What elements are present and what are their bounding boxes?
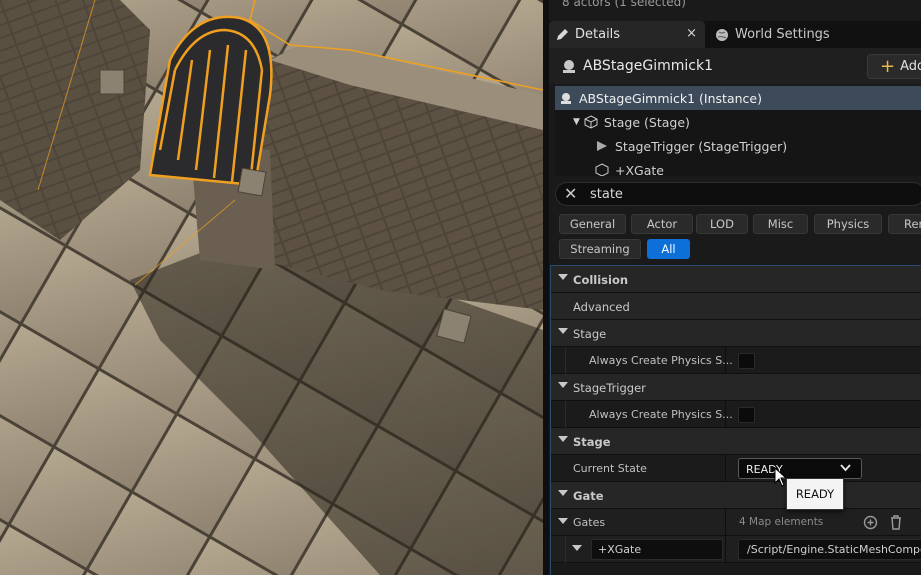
property-label: Current State: [573, 462, 647, 475]
filter-physics[interactable]: Physics: [814, 214, 882, 234]
property-row-current-state: Current State READY: [551, 455, 921, 482]
component-tree: ABStageGimmick1 (Instance) ▼ Stage (Stag…: [555, 86, 921, 176]
category-collision[interactable]: Collision: [551, 266, 921, 293]
chevron-down-icon: [558, 490, 568, 496]
gate-value-field[interactable]: /Script/Engine.StaticMeshComponent: [738, 539, 921, 560]
property-label: Always Create Physics S...: [589, 354, 733, 367]
map-element-count: 4 Map elements: [739, 516, 824, 528]
filter-actor[interactable]: Actor: [631, 214, 693, 234]
category-label: Stage: [573, 327, 607, 341]
viewport-scene: [0, 0, 543, 575]
category-label: Collision: [573, 273, 629, 287]
tree-item-label: StageTrigger (StageTrigger): [615, 138, 788, 154]
actor-header: ABStageGimmick1 + Add: [549, 48, 921, 84]
always-create-physics-checkbox[interactable]: [738, 407, 755, 423]
clear-search-icon[interactable]: ✕: [564, 184, 577, 203]
add-element-icon[interactable]: [863, 515, 878, 530]
trash-icon[interactable]: [889, 515, 903, 530]
filter-streaming[interactable]: Streaming: [559, 239, 641, 259]
details-search[interactable]: ✕ state: [555, 182, 921, 206]
tab-details[interactable]: Details ×: [549, 21, 705, 48]
static-mesh-icon: [584, 115, 598, 129]
tab-bar: Details × World Settings: [549, 21, 921, 48]
state-tooltip: READY: [786, 478, 844, 510]
chevron-down-icon: ▼: [573, 117, 580, 127]
actor-icon: [563, 60, 575, 73]
chevron-down-icon: [558, 328, 568, 334]
close-tab-icon[interactable]: ×: [686, 26, 697, 41]
filter-rendering[interactable]: Rendering: [888, 214, 921, 234]
tree-item-label: ABStageGimmick1 (Instance): [579, 90, 762, 106]
tree-item-instance[interactable]: ABStageGimmick1 (Instance): [555, 86, 921, 110]
current-state-dropdown[interactable]: READY: [738, 458, 862, 479]
category-stage[interactable]: Stage: [551, 320, 921, 347]
tree-item-stage[interactable]: ▼ Stage (Stage): [555, 110, 921, 134]
category-advanced[interactable]: Advanced: [551, 293, 921, 320]
globe-icon: [716, 28, 728, 41]
category-label: StageTrigger: [573, 381, 646, 395]
category-stage-2[interactable]: Stage: [551, 428, 921, 455]
tab-world-settings-label: World Settings: [735, 27, 830, 42]
level-viewport[interactable]: [0, 0, 543, 575]
chevron-down-icon[interactable]: [572, 545, 582, 551]
chevron-down-icon: [840, 464, 851, 472]
plus-icon: +: [880, 55, 896, 77]
filter-lod[interactable]: LOD: [696, 214, 748, 234]
tab-details-label: Details: [575, 27, 621, 42]
chevron-down-icon: [558, 274, 568, 280]
category-label: Advanced: [573, 300, 630, 314]
chevron-down-icon: [558, 436, 568, 442]
filter-all[interactable]: All: [647, 239, 690, 259]
gate-key-field[interactable]: +XGate: [591, 539, 723, 560]
tree-item-label: Stage (Stage): [603, 114, 690, 130]
filter-misc[interactable]: Misc: [753, 214, 808, 234]
search-input[interactable]: state: [590, 187, 623, 202]
chevron-down-icon[interactable]: [558, 518, 568, 524]
tree-item-label: +XGate: [615, 162, 664, 177]
trigger-icon: [597, 141, 607, 151]
tree-item-stage-trigger[interactable]: StageTrigger (StageTrigger): [555, 134, 921, 158]
property-label: Always Create Physics S...: [589, 408, 733, 421]
tab-world-settings[interactable]: World Settings: [709, 21, 899, 48]
property-row-gates: Gates 4 Map elements: [551, 509, 921, 536]
static-mesh-icon: [595, 163, 609, 176]
actor-name: ABStageGimmick1: [583, 58, 714, 74]
details-panel: 8 actors (1 selected) Details × World Se…: [549, 0, 921, 575]
filter-general[interactable]: General: [559, 214, 626, 234]
property-list: Collision Advanced Stage Always Create P…: [550, 265, 921, 575]
chevron-down-icon: [558, 382, 568, 388]
add-label: Add: [900, 59, 921, 74]
outliner-status: 8 actors (1 selected): [562, 0, 686, 9]
actor-icon: [561, 93, 571, 104]
category-label: Stage: [573, 435, 611, 449]
add-component-button[interactable]: + Add: [867, 54, 921, 79]
category-stage-trigger[interactable]: StageTrigger: [551, 374, 921, 401]
property-label: Gates: [573, 516, 606, 529]
pencil-icon: [557, 28, 568, 40]
property-row: Always Create Physics S...: [551, 401, 921, 428]
category-label: Gate: [573, 489, 604, 503]
category-gate[interactable]: Gate: [551, 482, 921, 509]
always-create-physics-checkbox[interactable]: [738, 353, 755, 369]
property-row: Always Create Physics S...: [551, 347, 921, 374]
property-row-xgate: +XGate /Script/Engine.StaticMeshComponen…: [551, 536, 921, 563]
tree-item-xgate[interactable]: +XGate: [555, 158, 921, 176]
